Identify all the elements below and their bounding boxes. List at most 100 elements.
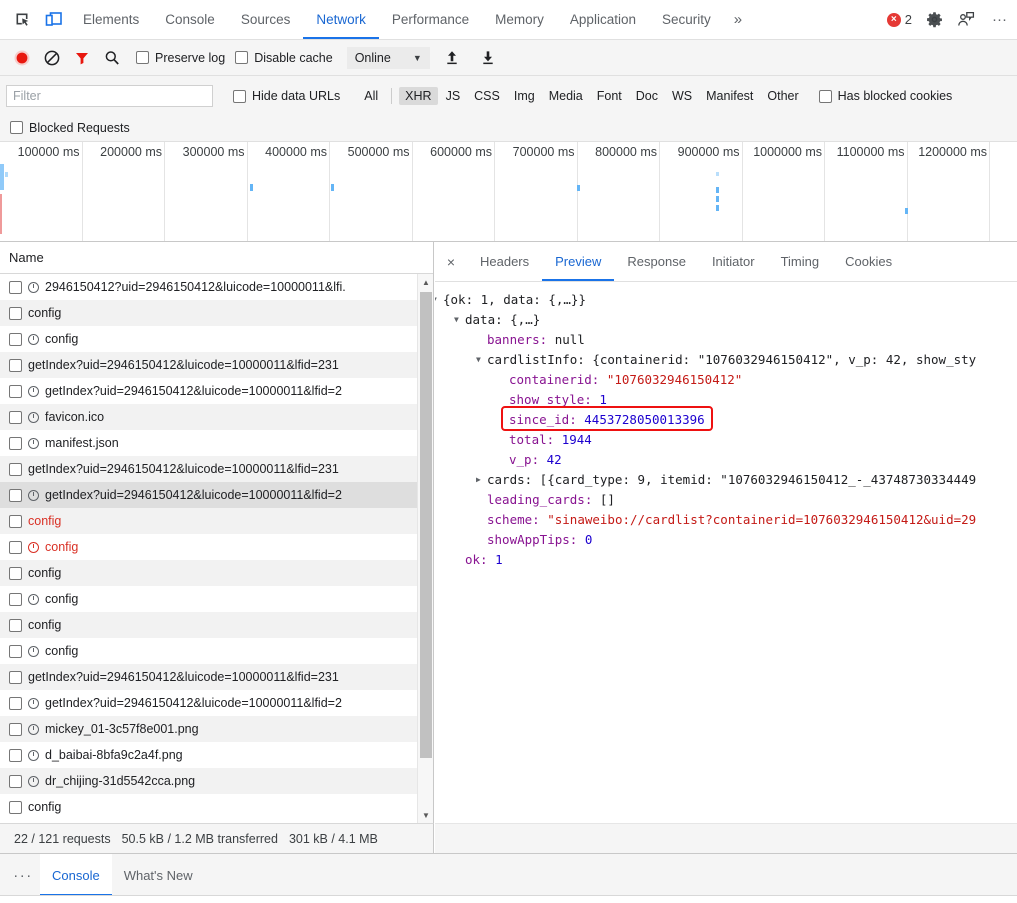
request-row[interactable]: favicon.ico [0,404,433,430]
error-count-badge[interactable]: × 2 [881,0,918,39]
drawer-more-icon[interactable]: ··· [6,854,40,896]
json-tree-line[interactable]: containerid: "1076032946150412" [435,370,1017,390]
request-row-checkbox[interactable] [9,800,22,814]
feedback-person-icon[interactable] [950,0,982,39]
json-tree-line[interactable]: show_style: 1 [435,390,1017,410]
request-row[interactable]: getIndex?uid=2946150412&luicode=10000011… [0,378,433,404]
requests-vertical-scrollbar[interactable]: ▲ ▼ [417,274,433,823]
request-row-checkbox[interactable] [9,436,22,450]
request-row-checkbox[interactable] [9,462,22,476]
export-har-icon[interactable] [474,44,502,72]
request-row-checkbox[interactable] [9,670,22,684]
json-preview-tree[interactable]: ▼ {ok: 1, data: {,…}} ▼ data: {,…} banners: … [435,282,1017,823]
has-blocked-cookies-checkbox[interactable]: Has blocked cookies [818,89,952,103]
request-row-checkbox[interactable] [9,618,22,632]
request-row-checkbox[interactable] [9,696,22,710]
json-tree-line[interactable]: scheme: "sinaweibo://cardlist?containeri… [435,510,1017,530]
throttling-select[interactable]: Online ▼ [346,46,430,69]
detail-tab-preview[interactable]: Preview [542,242,615,281]
filter-input[interactable] [6,85,213,107]
scrollbar-thumb[interactable] [420,292,432,758]
filter-type-manifest[interactable]: Manifest [700,87,759,105]
tab-elements[interactable]: Elements [70,0,152,39]
request-row-checkbox[interactable] [9,358,22,372]
tab-sources[interactable]: Sources [228,0,304,39]
filter-type-css[interactable]: CSS [468,87,506,105]
tab-console[interactable]: Console [152,0,228,39]
clear-button-icon[interactable] [38,44,66,72]
request-row[interactable]: manifest.json [0,430,433,456]
network-overview-timeline[interactable]: 100000 ms 200000 ms 300000 ms 400000 ms 5000… [0,142,1017,242]
tab-performance[interactable]: Performance [379,0,482,39]
json-tree-line[interactable]: ok: 1 [435,550,1017,570]
disclosure-triangle-expanded-icon[interactable]: ▼ [476,350,481,370]
request-row-checkbox[interactable] [9,540,22,554]
tab-application[interactable]: Application [557,0,649,39]
request-row[interactable]: mickey_01-3c57f8e001.png [0,716,433,742]
tab-network[interactable]: Network [303,0,379,39]
inspect-element-icon[interactable] [6,0,38,39]
more-tabs-chevron-icon[interactable]: » [724,0,752,39]
json-tree-line[interactable]: leading_cards: [] [435,490,1017,510]
hide-data-urls-checkbox[interactable]: Hide data URLs [233,89,340,103]
filter-type-media[interactable]: Media [543,87,589,105]
filter-funnel-icon[interactable] [68,44,96,72]
request-row[interactable]: config [0,508,433,534]
json-tree-line[interactable]: ▶ cards: [{card_type: 9, itemid: "1076032… [435,470,1017,490]
detail-tab-cookies[interactable]: Cookies [832,242,905,281]
detail-tab-initiator[interactable]: Initiator [699,242,768,281]
request-row[interactable]: config [0,300,433,326]
disable-cache-checkbox[interactable]: Disable cache [235,51,333,65]
close-icon[interactable]: × [435,242,467,281]
drawer-tab-console[interactable]: Console [40,854,112,896]
more-options-icon[interactable]: ··· [982,0,1017,39]
requests-column-header[interactable]: Name [0,242,433,274]
request-row[interactable]: config [0,794,433,820]
filter-type-ws[interactable]: WS [666,87,698,105]
import-har-icon[interactable] [438,44,466,72]
disable-cache-box[interactable] [235,51,249,64]
request-row-checkbox[interactable] [9,306,22,320]
filter-type-doc[interactable]: Doc [630,87,664,105]
request-row[interactable]: config [0,612,433,638]
filter-type-all[interactable]: All [358,87,384,105]
filter-type-font[interactable]: Font [591,87,628,105]
request-row-checkbox[interactable] [9,748,22,762]
request-row[interactable]: d_baibai-8bfa9c2a4f.png [0,742,433,768]
request-row-checkbox[interactable] [9,722,22,736]
json-tree-line[interactable]: since_id: 4453728050013396 [435,410,1017,430]
request-row-checkbox[interactable] [9,644,22,658]
preserve-log-box[interactable] [136,51,149,64]
search-icon[interactable] [98,44,126,72]
has-blocked-cookies-box[interactable] [818,89,832,103]
request-row[interactable]: getIndex?uid=2946150412&luicode=10000011… [0,482,433,508]
filter-type-img[interactable]: Img [508,87,541,105]
gear-icon[interactable] [918,0,950,39]
request-row-checkbox[interactable] [9,592,22,606]
request-row[interactable]: getIndex?uid=2946150412&luicode=10000011… [0,456,433,482]
request-row-checkbox[interactable] [9,566,22,580]
device-toolbar-icon[interactable] [38,0,70,39]
tab-security[interactable]: Security [649,0,724,39]
json-tree-line[interactable]: ▼ cardlistInfo: {containerid: "1076032946… [435,350,1017,370]
detail-tab-timing[interactable]: Timing [768,242,833,281]
request-row-checkbox[interactable] [9,384,22,398]
filter-type-xhr[interactable]: XHR [399,87,438,105]
scroll-up-arrow-icon[interactable]: ▲ [418,274,433,290]
request-row[interactable]: config [0,534,433,560]
tab-memory[interactable]: Memory [482,0,557,39]
detail-tab-response[interactable]: Response [614,242,699,281]
request-row[interactable]: config [0,560,433,586]
record-button-icon[interactable] [8,44,36,72]
disclosure-triangle-collapsed-icon[interactable]: ▶ [476,470,481,490]
request-row-checkbox[interactable] [9,280,22,294]
disclosure-triangle-expanded-icon[interactable]: ▼ [435,290,437,310]
json-tree-line[interactable]: v_p: 42 [435,450,1017,470]
request-row[interactable]: getIndex?uid=2946150412&luicode=10000011… [0,690,433,716]
preserve-log-checkbox[interactable]: Preserve log [136,51,225,65]
drawer-tab-whats-new[interactable]: What's New [112,854,205,896]
request-row[interactable]: config [0,586,433,612]
request-row[interactable]: getIndex?uid=2946150412&luicode=10000011… [0,664,433,690]
requests-list[interactable]: 2946150412?uid=2946150412&luicode=100000… [0,274,433,823]
request-row-checkbox[interactable] [9,410,22,424]
